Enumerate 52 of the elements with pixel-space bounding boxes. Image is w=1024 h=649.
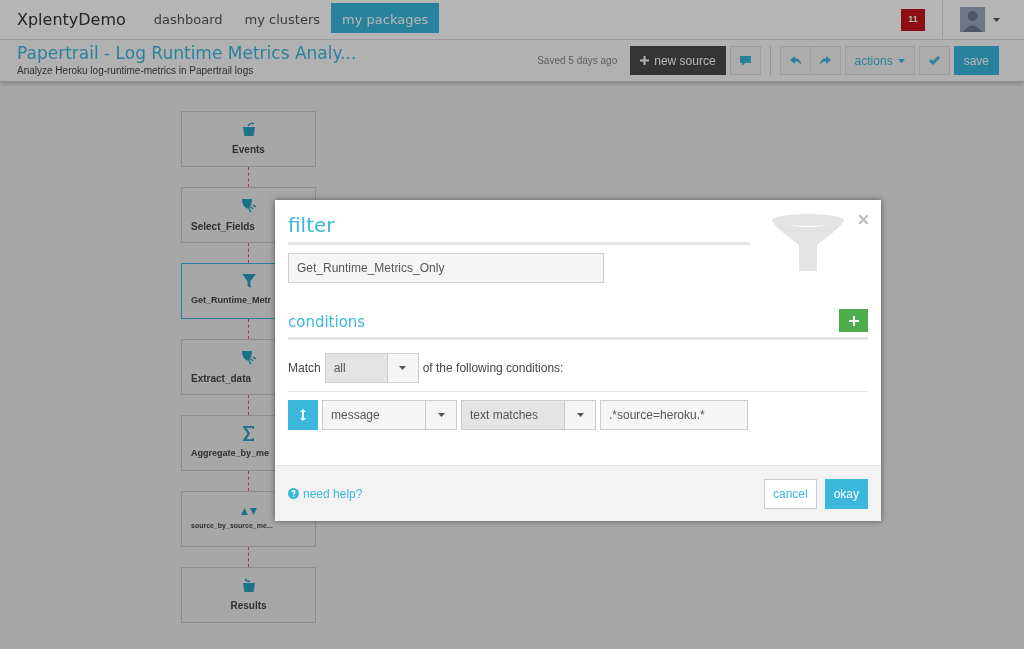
node-label: Events — [232, 142, 265, 157]
name-field[interactable]: Get_Runtime_Metrics_Only — [288, 253, 604, 283]
package-title: Papertrail - Log Runtime Metrics Analy... — [17, 43, 358, 63]
value-field[interactable]: .*source=heroku.* — [600, 400, 748, 430]
speech-bubble-icon — [739, 55, 751, 66]
add-condition-button[interactable] — [839, 309, 868, 332]
nav-tab[interactable]: dashboard — [142, 3, 234, 33]
pipeline-node[interactable]: Results — [181, 567, 316, 623]
brand-logo[interactable]: XplentyDemo — [0, 7, 143, 32]
save-status: Saved 5 days ago — [537, 54, 618, 68]
vertical-arrows-icon — [300, 409, 306, 421]
caret-icon — [437, 413, 445, 417]
field-dropdown[interactable]: message — [322, 400, 457, 430]
caret-icon — [897, 58, 905, 63]
help-icon — [288, 488, 299, 499]
undo-button[interactable] — [779, 46, 811, 75]
plus-icon — [640, 56, 650, 65]
nav-tab[interactable]: my clusters — [233, 3, 332, 33]
bucket-icon — [241, 121, 256, 136]
caret-icon — [993, 17, 1000, 22]
check-button[interactable] — [918, 46, 950, 75]
redo-button[interactable] — [809, 46, 841, 75]
caret-icon — [399, 366, 407, 370]
funnel-icon — [241, 274, 256, 289]
operator-dropdown[interactable]: text matches — [461, 400, 596, 430]
funnel-icon — [771, 213, 845, 273]
caret-icon — [576, 413, 584, 417]
pipeline-node[interactable]: Events — [181, 111, 316, 167]
redo-arrow-icon — [819, 56, 831, 65]
new-source-button[interactable]: new source — [630, 46, 726, 75]
match-dropdown[interactable]: all — [324, 353, 419, 383]
user-menu[interactable] — [960, 7, 1000, 32]
bucket-icon — [241, 577, 256, 592]
comment-button[interactable] — [729, 46, 761, 75]
shield-rays-icon — [240, 196, 257, 213]
node-label: Extract_data — [191, 371, 252, 386]
shield-rays-icon — [240, 348, 257, 365]
undo-arrow-icon — [789, 56, 801, 65]
node-label: Aggregate_by_me — [191, 446, 270, 460]
drag-handle[interactable] — [288, 400, 318, 430]
match-description: of the following conditions: — [422, 360, 564, 377]
package-description: Analyze Heroku log-runtime-metrics in Papertrail logs — [17, 64, 255, 78]
checkmark-icon — [928, 56, 940, 65]
avatar-icon — [960, 7, 985, 32]
node-label: Select_Fields — [191, 219, 255, 234]
sigma-icon — [243, 425, 254, 441]
node-label: Get_Runtime_Metr — [191, 294, 271, 308]
triangles-icon — [240, 506, 257, 515]
plus-icon — [848, 315, 859, 326]
notification-badge[interactable]: 11 — [901, 8, 925, 31]
node-label: Results — [230, 598, 267, 613]
close-icon[interactable] — [859, 215, 868, 224]
